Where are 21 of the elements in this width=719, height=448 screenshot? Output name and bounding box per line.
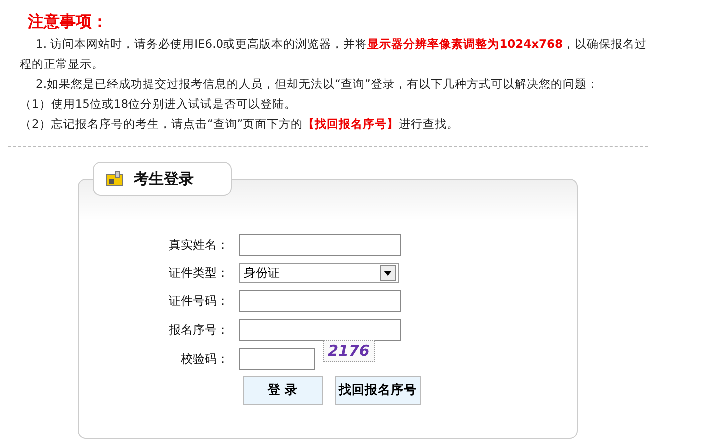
field-label: 报名序号： (168, 322, 229, 338)
notice-text: 1. 访问本网站时，请务必使用IE6.0或更高版本的浏览器，并将显示器分辨率像素调整为1024x768，以确保报名过程的正常显示。 (19, 36, 648, 73)
notice-text: （2）忘记报名序号的考生，请点击“查询”页面下方的【找回报名序号】进行查找。 (19, 116, 460, 133)
input-field[interactable] (239, 234, 401, 256)
captcha-image: 2176 (323, 340, 375, 362)
field-label: 真实姓名： (168, 236, 229, 254)
input-field[interactable] (239, 290, 401, 312)
input-field[interactable] (239, 319, 401, 341)
id-card-icon (106, 171, 124, 187)
retrieve-button[interactable]: 找回报名序号 (335, 376, 421, 405)
notice-text: （1）使用15位或18位分别进入试试是否可以登陆。 (19, 96, 298, 113)
notice-title: 注意事项： (27, 12, 109, 33)
field-label: 证件类型： (168, 264, 229, 282)
field-label: 证件号码： (168, 292, 229, 310)
caret-icon (380, 265, 396, 281)
dropdown[interactable]: 身份证 (239, 263, 399, 283)
login-button[interactable]: 登 录 (243, 376, 323, 405)
notice-text: 2.如果您是已经成功提交过报考信息的人员，但却无法以“查询”登录，有以下几种方式可以解决您的问题： (35, 76, 600, 93)
input-field[interactable] (239, 348, 315, 370)
panel-title: 考生登录 (134, 170, 194, 188)
field-label: 校验码： (180, 350, 229, 368)
